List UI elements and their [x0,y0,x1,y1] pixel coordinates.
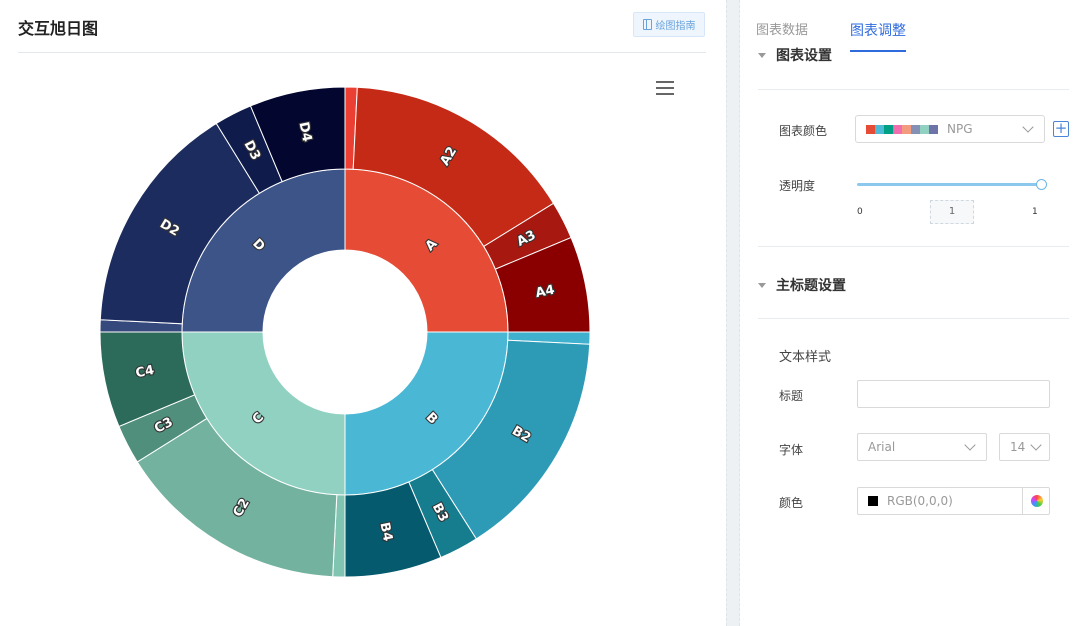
palette-swatch-6 [920,124,929,134]
chart-color-label: 图表颜色 [779,124,828,138]
opacity-max-tick: 1 [1032,207,1038,217]
panel-resize-gutter[interactable] [726,0,740,626]
opacity-label: 透明度 [779,179,816,193]
font-family-select[interactable]: Arial [857,433,987,461]
opacity-slider-track[interactable] [857,183,1041,186]
drawing-guide-button[interactable]: 绘图指南 [633,12,705,37]
palette-name: NPG [947,122,973,136]
caret-down-icon [758,282,766,288]
section-divider [758,246,1069,247]
title-label: 标题 [779,389,804,403]
color-label: 颜色 [779,496,804,510]
font-family-value: Arial [868,440,896,454]
font-size-select[interactable]: 14 [999,433,1050,461]
opacity-value-input[interactable]: 1 [930,200,974,224]
section-divider [758,318,1069,319]
palette-swatches [866,124,938,134]
section-divider [758,89,1069,90]
chart-settings-header[interactable]: 图表设置 [758,45,832,65]
chart-settings-title: 图表设置 [776,48,832,64]
add-palette-button[interactable]: + [1053,121,1069,137]
caret-down-icon [758,52,766,58]
settings-panel: 图表数据 图表调整 图表设置 图表颜色 NPG + 透明度 0 1 1 主标题设… [740,0,1079,626]
font-label: 字体 [779,443,804,457]
font-size-value: 14 [1010,440,1026,454]
chevron-down-icon [964,439,976,451]
palette-swatch-3 [893,124,902,134]
palette-select[interactable]: NPG [855,115,1045,143]
color-wheel-icon [1030,495,1043,507]
color-swatch [868,496,878,506]
palette-swatch-2 [884,124,893,134]
palette-swatch-7 [929,124,938,134]
palette-swatch-5 [911,124,920,134]
chevron-down-icon [1030,439,1042,451]
drawing-guide-label: 绘图指南 [655,21,696,32]
main-title-settings-title: 主标题设置 [776,278,846,294]
main-title-settings-header[interactable]: 主标题设置 [758,275,846,295]
title-color-value: RGB(0,0,0) [887,494,953,508]
chevron-down-icon [1022,121,1034,133]
opacity-min-tick: 0 [857,207,863,217]
sunburst-chart: ABCDA2A3A4B2B3B4C2C3C4D2D3D4 [99,86,591,578]
page-title: 交互旭日图 [18,19,99,38]
palette-swatch-0 [866,124,875,134]
text-style-label: 文本样式 [779,350,832,365]
title-input[interactable] [857,380,1050,408]
color-picker-button[interactable] [1022,487,1050,515]
tab-chart-adjust[interactable]: 图表调整 [850,0,907,52]
palette-swatch-1 [875,124,884,134]
opacity-slider-thumb[interactable] [1036,179,1047,190]
title-divider [18,52,706,53]
palette-swatch-4 [902,124,911,134]
book-icon [642,19,652,30]
chart-panel: 交互旭日图 绘图指南 A B C D A2 A3 A4 B2 B3 B4 C2 C3 C4 D2 D3 D4 [0,0,726,626]
